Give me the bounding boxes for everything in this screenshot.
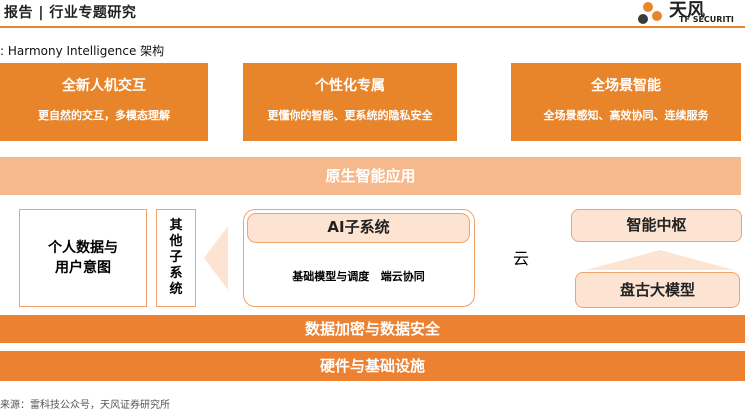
logo-en-text: TF SECURITI	[679, 15, 734, 24]
figure-subtitle: : Harmony Intelligence 架构	[0, 44, 165, 58]
top-block-personalization: 个性化专属 更懂你的智能、更系统的隐私安全	[243, 63, 457, 141]
top-block-all-scenario: 全场景智能 全场景感知、高效协同、连续服务	[511, 63, 741, 141]
top-block-title: 个性化专属	[315, 78, 385, 94]
report-header-title: 报告 | 行业专题研究	[4, 5, 137, 21]
top-block-title: 全场景智能	[591, 78, 661, 94]
ai-subsystem-title: AI子系统	[247, 213, 470, 243]
intelligence-hub-box: 智能中枢	[571, 209, 742, 242]
personal-data-label: 个人数据与 用户意图	[48, 240, 118, 276]
other-subsystems-box: 其 他 子 系 统	[156, 209, 196, 307]
personal-data-box: 个人数据与 用户意图	[19, 209, 147, 307]
header-divider	[0, 26, 745, 28]
top-block-subtitle: 更自然的交互，多模态理解	[38, 109, 170, 122]
ai-subsystem-content: 基础模型与调度 端云协同	[292, 270, 425, 283]
up-arrow-icon	[586, 250, 734, 270]
pangu-model-box: 盘古大模型	[575, 272, 740, 308]
data-security-layer: 数据加密与数据安全	[0, 315, 745, 343]
native-intelligent-apps-layer: 原生智能应用	[0, 157, 741, 195]
top-block-subtitle: 更懂你的智能、更系统的隐私安全	[267, 109, 433, 122]
left-arrow-icon	[204, 226, 228, 290]
top-block-title: 全新人机交互	[62, 78, 146, 94]
brand-logo: 天风 TF SECURITI	[635, 0, 745, 26]
source-note: 来源：雷科技公众号，天风证券研究所	[0, 400, 170, 411]
other-subsystems-label: 其 他 子 系 统	[169, 218, 183, 297]
ai-subsystem-container: AI子系统 基础模型与调度 端云协同	[243, 209, 475, 307]
top-block-interaction: 全新人机交互 更自然的交互，多模态理解	[0, 63, 208, 141]
cloud-label: 云	[513, 249, 530, 268]
hardware-infrastructure-layer: 硬件与基础设施	[0, 351, 745, 381]
top-block-subtitle: 全场景感知、高效协同、连续服务	[543, 109, 709, 122]
